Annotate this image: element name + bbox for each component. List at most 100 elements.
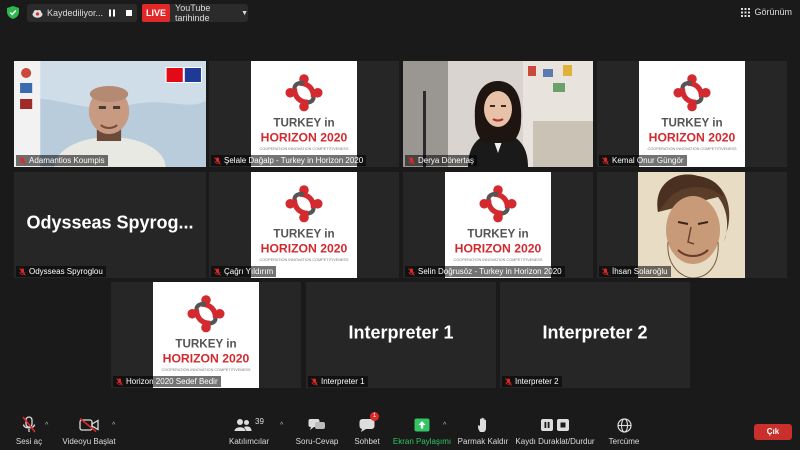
svg-text:TURKEY in: TURKEY in: [467, 228, 528, 241]
pause-stop-recording-label: Kaydı Duraklat/Durdur: [515, 437, 595, 446]
turkey-in-horizon-2020-logo: TURKEY in HORIZON 2020 COOPERATION INNOV…: [153, 282, 259, 388]
turkey-in-horizon-2020-logo: TURKEY in HORIZON 2020 COOPERATION INNOV…: [251, 172, 357, 278]
participants-options-chevron-icon[interactable]: ^: [280, 422, 283, 429]
participant-display-name: Interpreter 1: [348, 322, 454, 343]
pause-stop-recording-button[interactable]: Kaydı Duraklat/Durdur: [515, 408, 595, 450]
participant-video: [14, 61, 206, 167]
participant-name: Adamantios Koumpis: [29, 156, 105, 165]
chevron-down-icon: ▼: [241, 9, 248, 17]
turkey-in-horizon-2020-logo: TURKEY in HORIZON 2020 COOPERATION INNOV…: [445, 172, 551, 278]
microphone-muted-icon: [19, 156, 26, 165]
chat-label: Sohbet: [354, 437, 380, 446]
interpretation-button[interactable]: Tercüme: [606, 408, 642, 450]
participant-video: [403, 61, 593, 167]
live-stream-dropdown[interactable]: LIVE YouTube tarihinde ▼: [142, 3, 248, 23]
microphone-muted-icon: [22, 416, 36, 433]
participant-tile[interactable]: TURKEY in HORIZON 2020 COOPERATION INNOV…: [209, 172, 399, 278]
participant-tile[interactable]: TURKEY in HORIZON 2020 COOPERATION INNOV…: [597, 61, 787, 167]
participants-button[interactable]: 39 Katılımcılar: [226, 408, 272, 450]
svg-text:COOPERATION INNOVATION COMPETI: COOPERATION INNOVATION COMPETITIVENESS: [259, 147, 348, 151]
participant-name: İhsan Solaroğlu: [612, 267, 668, 276]
participant-tile[interactable]: Interpreter 2 Interpreter 2: [500, 282, 690, 388]
microphone-muted-icon: [602, 156, 609, 165]
participant-name-label: Odysseas Spyroglou: [16, 266, 106, 277]
qa-button[interactable]: Soru-Cevap: [294, 408, 340, 450]
participant-tile[interactable]: Adamantios Koumpis: [14, 61, 206, 167]
view-button[interactable]: Görünüm: [741, 4, 792, 20]
participant-name-label: Horizon 2020 Sedef Bedir: [113, 376, 221, 387]
share-screen-label: Ekran Paylaşımı: [392, 437, 452, 446]
participants-label: Katılımcılar: [228, 437, 269, 446]
participant-name: Interpreter 2: [515, 377, 559, 386]
svg-text:TURKEY in: TURKEY in: [273, 228, 334, 241]
participant-name: Horizon 2020 Sedef Bedir: [126, 377, 218, 386]
svg-text:HORIZON 2020: HORIZON 2020: [649, 131, 736, 145]
chat-unread-badge: 1: [370, 412, 379, 421]
microphone-muted-icon: [408, 156, 415, 165]
video-options-chevron-icon[interactable]: ^: [112, 422, 115, 429]
microphone-muted-icon: [116, 377, 123, 386]
participant-name: Çağrı Yıldırım: [224, 267, 274, 276]
svg-text:HORIZON 2020: HORIZON 2020: [261, 242, 348, 256]
svg-text:COOPERATION INNOVATION COMPETI: COOPERATION INNOVATION COMPETITIVENESS: [453, 258, 542, 262]
participant-display-name: Interpreter 2: [542, 322, 648, 343]
participant-name-label: Çağrı Yıldırım: [211, 266, 277, 277]
leave-button[interactable]: Çık: [754, 424, 792, 440]
interpretation-label: Tercüme: [608, 437, 640, 446]
chat-button[interactable]: 1 Sohbet: [350, 408, 384, 450]
participant-tile[interactable]: Derya Dönertaş: [403, 61, 593, 167]
svg-text:HORIZON 2020: HORIZON 2020: [163, 352, 250, 366]
microphone-muted-icon: [19, 267, 26, 276]
participant-tile[interactable]: Odysseas Spyrog... Odysseas Spyroglou: [14, 172, 206, 278]
stop-recording-icon[interactable]: [124, 8, 134, 18]
recording-label: Kaydediliyor...: [47, 8, 104, 18]
svg-text:COOPERATION INNOVATION COMPETI: COOPERATION INNOVATION COMPETITIVENESS: [161, 368, 250, 372]
start-video-button[interactable]: Videoyu Başlat: [60, 408, 118, 450]
participants-count: 39: [255, 416, 264, 426]
raise-hand-button[interactable]: Parmak Kaldır: [457, 408, 509, 450]
participant-name: Şelale Dağalp - Turkey in Horizon 2020: [224, 156, 364, 165]
svg-text:TURKEY in: TURKEY in: [273, 117, 334, 130]
svg-text:TURKEY in: TURKEY in: [661, 117, 722, 130]
participant-tile[interactable]: TURKEY in HORIZON 2020 COOPERATION INNOV…: [209, 61, 399, 167]
microphone-muted-icon: [214, 156, 221, 165]
participant-avatar: [638, 172, 745, 278]
svg-text:HORIZON 2020: HORIZON 2020: [455, 242, 542, 256]
participant-name-label: Selin Doğrusöz - Turkey in Horizon 2020: [405, 266, 565, 277]
share-screen-button[interactable]: Ekran Paylaşımı: [392, 408, 452, 450]
share-options-chevron-icon[interactable]: ^: [443, 422, 446, 429]
participant-name: Odysseas Spyroglou: [29, 267, 103, 276]
pause-recording-icon[interactable]: [107, 8, 117, 18]
raise-hand-icon: [478, 417, 486, 432]
share-screen-icon: [414, 418, 430, 432]
participant-name-label: Interpreter 2: [502, 376, 562, 387]
participant-name-label: Kemal Onur Güngör: [599, 155, 687, 166]
pause-stop-recording-icon: [541, 419, 569, 431]
shield-check-icon[interactable]: [7, 6, 19, 19]
participant-name: Kemal Onur Güngör: [612, 156, 684, 165]
participant-tile[interactable]: İhsan Solaroğlu: [597, 172, 787, 278]
participant-display-name: Odysseas Spyrog...: [26, 212, 194, 233]
meeting-toolbar: Sesi aç ^ Videoyu Başlat ^ 39 Katılımcıl…: [0, 408, 800, 450]
participant-tile[interactable]: TURKEY in HORIZON 2020 COOPERATION INNOV…: [403, 172, 593, 278]
microphone-muted-icon: [505, 377, 512, 386]
microphone-muted-icon: [602, 267, 609, 276]
live-target-label: YouTube tarihinde: [175, 3, 211, 23]
participants-icon: [234, 419, 252, 431]
participant-name-label: Şelale Dağalp - Turkey in Horizon 2020: [211, 155, 367, 166]
turkey-in-horizon-2020-logo: TURKEY in HORIZON 2020 COOPERATION INNOV…: [251, 61, 357, 167]
globe-icon: [616, 417, 632, 433]
recording-indicator[interactable]: Kaydediliyor...: [27, 4, 137, 22]
participant-name-label: İhsan Solaroğlu: [599, 266, 671, 277]
turkey-in-horizon-2020-logo: TURKEY in HORIZON 2020 COOPERATION INNOV…: [639, 61, 745, 167]
participant-name-label: Interpreter 1: [308, 376, 368, 387]
participant-tile[interactable]: Interpreter 1 Interpreter 1: [306, 282, 496, 388]
audio-options-chevron-icon[interactable]: ^: [45, 422, 48, 429]
svg-text:HORIZON 2020: HORIZON 2020: [261, 131, 348, 145]
participant-name: Interpreter 1: [321, 377, 365, 386]
svg-text:COOPERATION INNOVATION COMPETI: COOPERATION INNOVATION COMPETITIVENESS: [647, 147, 736, 151]
participant-tile[interactable]: TURKEY in HORIZON 2020 COOPERATION INNOV…: [111, 282, 301, 388]
unmute-button[interactable]: Sesi aç: [12, 408, 46, 450]
qa-label: Soru-Cevap: [295, 437, 339, 446]
qa-icon: [308, 419, 325, 430]
